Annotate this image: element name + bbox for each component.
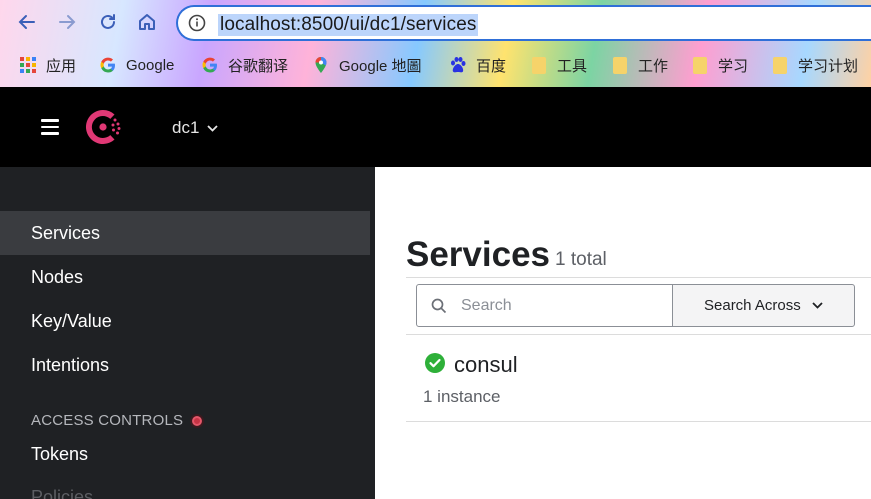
bookmark-baidu[interactable]: 百度 <box>449 54 506 76</box>
home-button[interactable] <box>133 8 161 36</box>
search-across-label: Search Across <box>704 297 801 314</box>
check-circle-icon <box>425 353 445 373</box>
divider <box>406 277 871 278</box>
access-controls-heading: ACCESS CONTROLS <box>31 412 205 429</box>
search-across-button[interactable]: Search Across <box>672 284 855 327</box>
datacenter-selector[interactable]: dc1 <box>172 118 219 138</box>
sidebar-item-label: Nodes <box>31 266 84 287</box>
folder-icon <box>771 56 789 74</box>
app-header: dc1 <box>0 87 871 167</box>
divider <box>406 421 871 422</box>
bookmark-google[interactable]: Google <box>99 54 174 76</box>
search-field[interactable] <box>416 284 673 327</box>
alert-dot-icon <box>190 413 205 428</box>
google-icon <box>99 56 117 74</box>
info-icon[interactable] <box>188 14 206 32</box>
bookmark-label: 学习计划 <box>798 57 859 75</box>
bookmark-label: Google 地圖 <box>339 57 422 75</box>
bookmark-label: 学习 <box>718 57 749 75</box>
datacenter-label: dc1 <box>172 118 200 137</box>
reload-icon <box>101 14 115 29</box>
bookmark-google-maps[interactable]: Google 地圖 <box>312 54 422 76</box>
bookmark-folder-study-plan[interactable]: 学习计划 <box>771 54 858 76</box>
main-content: Services 1 total Search Across consul 1 … <box>375 167 871 499</box>
sidebar-item-label: Services <box>31 222 101 243</box>
service-count: 1 total <box>555 249 607 270</box>
bookmarks-bar: 应用 Google 谷歌翻译 Google 地圖 百度 工具 工作 学习 学习计… <box>0 48 871 82</box>
folder-icon <box>530 56 548 74</box>
home-icon <box>139 14 155 30</box>
bookmark-folder-work[interactable]: 工作 <box>611 54 668 76</box>
folder-icon <box>691 56 709 74</box>
sidebar-item-nodes[interactable]: Nodes <box>0 255 370 299</box>
bookmark-apps[interactable]: 应用 <box>19 54 76 76</box>
bookmark-label: Google <box>126 56 175 74</box>
sidebar-item-label: Policies <box>31 486 94 499</box>
chevron-down-icon <box>207 124 219 132</box>
sidebar-item-intentions[interactable]: Intentions <box>0 343 370 387</box>
browser-toolbar: localhost:8500/ui/dc1/services 应用 Google… <box>0 0 871 87</box>
address-bar[interactable]: localhost:8500/ui/dc1/services <box>176 5 871 41</box>
bookmark-label: 谷歌翻译 <box>228 57 289 75</box>
service-name-link[interactable]: consul <box>454 352 518 378</box>
menu-icon[interactable] <box>41 119 59 135</box>
sidebar-item-key-value[interactable]: Key/Value <box>0 299 370 343</box>
arrow-left-icon <box>18 15 35 29</box>
sidebar-item-policies[interactable]: Policies <box>0 475 370 499</box>
sidebar-item-services[interactable]: Services <box>0 211 370 255</box>
forward-button[interactable] <box>53 8 81 36</box>
sidebar-item-label: Tokens <box>31 443 89 464</box>
folder-icon <box>611 56 629 74</box>
bookmark-folder-study[interactable]: 学习 <box>691 54 748 76</box>
bookmark-label: 工具 <box>557 57 588 75</box>
bookmark-label: 百度 <box>476 57 507 75</box>
back-button[interactable] <box>13 8 41 36</box>
baidu-paw-icon <box>449 56 467 74</box>
reload-button[interactable] <box>94 8 122 36</box>
sidebar-item-label: Intentions <box>31 354 110 375</box>
chevron-down-icon <box>812 302 823 309</box>
sidebar-item-label: Key/Value <box>31 310 112 331</box>
sidebar: Services Nodes Key/Value Intentions ACCE… <box>0 167 375 499</box>
search-icon <box>431 298 447 314</box>
url-text[interactable]: localhost:8500/ui/dc1/services <box>218 14 479 36</box>
bookmark-label: 应用 <box>46 57 77 75</box>
bookmark-folder-tools[interactable]: 工具 <box>530 54 587 76</box>
sidebar-item-tokens[interactable]: Tokens <box>0 432 370 476</box>
page-title: Services <box>406 235 551 274</box>
instance-count: 1 instance <box>423 387 501 406</box>
search-input[interactable] <box>461 295 661 317</box>
bookmark-label: 工作 <box>638 57 669 75</box>
apps-grid-icon <box>19 56 37 74</box>
consul-logo-icon[interactable] <box>82 106 124 148</box>
section-heading-label: ACCESS CONTROLS <box>31 412 184 429</box>
arrow-right-icon <box>59 15 76 29</box>
service-list-item[interactable]: consul 1 instance <box>406 335 871 421</box>
bookmark-google-translate[interactable]: 谷歌翻译 <box>201 54 288 76</box>
google-icon <box>201 56 219 74</box>
maps-pin-icon <box>312 56 330 74</box>
